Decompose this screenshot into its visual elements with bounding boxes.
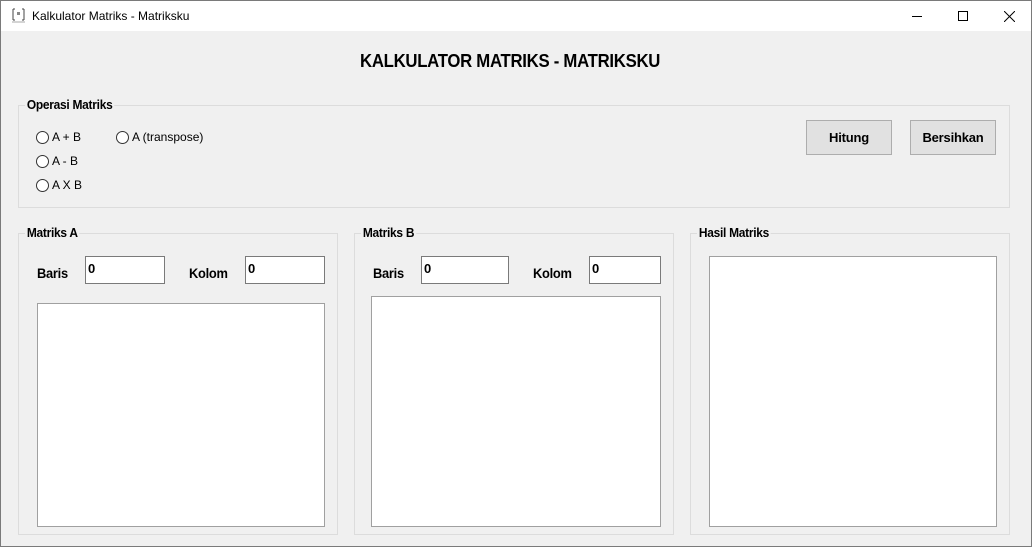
operasi-matriks-title: Operasi Matriks (25, 97, 115, 112)
minimize-icon (912, 16, 922, 17)
radio-circle[interactable] (116, 130, 129, 144)
bersihkan-button[interactable]: Bersihkan (910, 120, 996, 155)
radio-label: A - B (52, 154, 79, 168)
radio-a-times-b[interactable]: A X B (36, 178, 82, 192)
hasil-matriks-title: Hasil Matriks (697, 225, 771, 240)
matriks-a-group: Matriks A Baris 0 Kolom 0 (18, 225, 338, 535)
radio-a-minus-b[interactable]: A - B (36, 154, 78, 168)
radio-label: A X B (52, 178, 83, 192)
radio-label: A + B (52, 130, 82, 144)
hasil-matriks-group: Hasil Matriks (690, 225, 1010, 535)
close-button[interactable] (986, 1, 1032, 31)
baris-label: Baris (373, 265, 404, 281)
matriks-b-baris-input[interactable]: 0 (421, 256, 509, 284)
page-heading: KALKULATOR MATRIKS - MATRIKSKU (360, 51, 661, 71)
radio-a-transpose[interactable]: A (transpose) (116, 130, 203, 144)
minimize-button[interactable] (894, 1, 940, 31)
app-window: Kalkulator Matriks - Matriksku KALKULATO… (0, 0, 1032, 547)
matriks-a-kolom-input[interactable]: 0 (245, 256, 325, 284)
matriks-b-group: Matriks B Baris 0 Kolom 0 (354, 225, 674, 535)
radio-circle[interactable] (36, 178, 49, 192)
title-bar[interactable]: Kalkulator Matriks - Matriksku (1, 1, 1031, 31)
radio-circle[interactable] (36, 130, 49, 144)
hitung-button[interactable]: Hitung (806, 120, 892, 155)
matriks-a-title: Matriks A (25, 225, 80, 240)
maximize-icon (958, 11, 968, 21)
kolom-label: Kolom (189, 265, 228, 281)
matriks-a-input-area[interactable] (37, 303, 325, 527)
kolom-label: Kolom (533, 265, 572, 281)
matriks-b-title: Matriks B (361, 225, 417, 240)
hasil-matriks-area (709, 256, 997, 527)
close-icon (1003, 10, 1015, 22)
maximize-button[interactable] (940, 1, 986, 31)
matriks-a-baris-input[interactable]: 0 (85, 256, 165, 284)
radio-circle[interactable] (36, 154, 49, 168)
radio-label: A (transpose) (132, 130, 204, 144)
baris-label: Baris (37, 265, 68, 281)
app-icon (11, 8, 26, 23)
operasi-matriks-group: Operasi Matriks A + B A - B A X B A (tra… (18, 97, 1010, 208)
matriks-b-input-area[interactable] (371, 296, 661, 527)
matriks-b-kolom-input[interactable]: 0 (589, 256, 661, 284)
radio-a-plus-b[interactable]: A + B (36, 130, 81, 144)
window-title: Kalkulator Matriks - Matriksku (32, 9, 190, 23)
